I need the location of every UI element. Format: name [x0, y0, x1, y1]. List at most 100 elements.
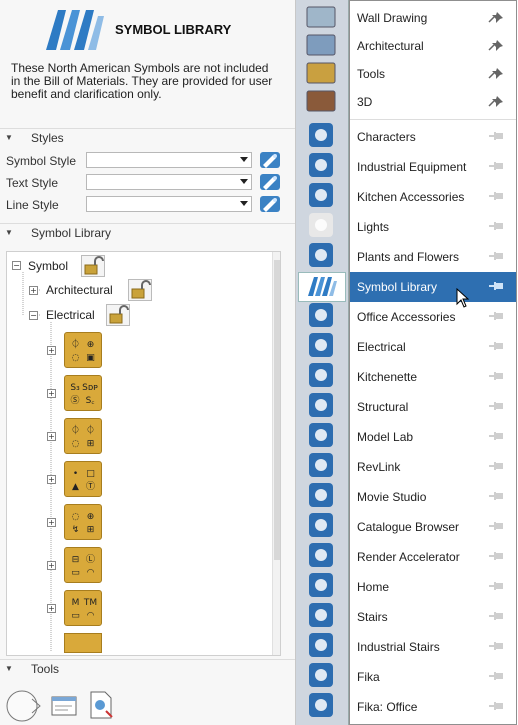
tools-section-header[interactable]: ▼ Tools [0, 659, 295, 678]
3d-icon[interactable] [301, 88, 341, 114]
tree-node-architectural[interactable]: Architectural [46, 283, 113, 297]
symbol-library-icon[interactable] [298, 272, 346, 302]
menu-item-lights[interactable]: Lights [350, 212, 516, 242]
symbol-folder-icon[interactable]: • □ ▲ Ⓣ [64, 461, 102, 497]
pin-icon[interactable] [488, 39, 504, 51]
menu-item-office-accessories[interactable]: Office Accessories [350, 302, 516, 332]
style-picker-icon[interactable] [259, 195, 281, 213]
expand-toggle[interactable]: + [29, 286, 38, 295]
menu-item-plants-and-flowers[interactable]: Plants and Flowers [350, 242, 516, 272]
menu-item-electrical[interactable]: Electrical [350, 332, 516, 362]
pin-icon[interactable] [488, 67, 504, 79]
tree-node-symbol[interactable]: Symbol [28, 259, 68, 273]
collapse-toggle[interactable]: − [29, 311, 38, 320]
model-lab-icon[interactable] [301, 422, 341, 448]
expand-toggle[interactable]: + [47, 604, 56, 613]
pin-icon[interactable] [488, 95, 504, 107]
menu-item-3d[interactable]: 3D [350, 87, 516, 115]
scrollbar-thumb[interactable] [274, 260, 280, 560]
symbol-folder-icon[interactable]: ⏀ ⏀ ◌ ⊞ [64, 418, 102, 454]
document-tool-icon[interactable] [88, 689, 114, 721]
text-style-dropdown[interactable] [86, 174, 252, 190]
revlink-icon[interactable] [301, 452, 341, 478]
style-picker-icon[interactable] [259, 151, 281, 169]
unlock-icon[interactable] [106, 304, 130, 326]
symbol-folder-icon[interactable]: M TM ▭ ◠ [64, 590, 102, 626]
menu-item-fika[interactable]: Fika [350, 662, 516, 692]
menu-item-characters[interactable]: Characters [350, 122, 516, 152]
render-accelerator-icon[interactable] [301, 542, 341, 568]
menu-item-kitchen-accessories[interactable]: Kitchen Accessories [350, 182, 516, 212]
menu-item-revlink[interactable]: RevLink [350, 452, 516, 482]
unpinned-icon[interactable] [488, 160, 504, 172]
menu-item-wall-drawing[interactable]: Wall Drawing [350, 3, 516, 31]
expand-toggle[interactable]: + [47, 475, 56, 484]
unpinned-icon[interactable] [488, 610, 504, 622]
expand-toggle[interactable]: + [47, 561, 56, 570]
symbol-folder-icon[interactable]: ◌ ⊕ ↯ ⊞ [64, 504, 102, 540]
symbol-style-dropdown[interactable] [86, 152, 252, 168]
menu-item-home[interactable]: Home [350, 572, 516, 602]
collapse-toggle[interactable]: − [12, 261, 21, 270]
symbol-folder-icon[interactable]: S₃ Sᴅᴘ Ⓢ S꜀ [64, 375, 102, 411]
stairs-icon[interactable] [301, 602, 341, 628]
symbol-folder-icon[interactable]: ⊟ Ⓛ ▭ ◠ [64, 547, 102, 583]
menu-item-movie-studio[interactable]: Movie Studio [350, 482, 516, 512]
home-icon[interactable] [301, 572, 341, 598]
menu-item-structural[interactable]: Structural [350, 392, 516, 422]
tree-scrollbar[interactable] [272, 252, 280, 655]
unpinned-icon[interactable] [488, 550, 504, 562]
menu-item-kitchenette[interactable]: Kitchenette [350, 362, 516, 392]
unpinned-icon[interactable] [488, 430, 504, 442]
characters-icon[interactable] [301, 122, 341, 148]
kitchen-accessories-icon[interactable] [301, 182, 341, 208]
unpinned-icon[interactable] [488, 700, 504, 712]
wall-drawing-icon[interactable] [301, 4, 341, 30]
unlock-icon[interactable] [81, 255, 105, 277]
office-accessories-icon[interactable] [301, 302, 341, 328]
unpinned-icon[interactable] [488, 280, 504, 292]
unpinned-icon[interactable] [488, 220, 504, 232]
menu-item-industrial-equipment[interactable]: Industrial Equipment [350, 152, 516, 182]
circle-tool-icon[interactable] [4, 687, 42, 723]
tree-node-electrical[interactable]: Electrical [46, 308, 95, 322]
expand-toggle[interactable]: + [47, 518, 56, 527]
menu-item-industrial-stairs[interactable]: Industrial Stairs [350, 632, 516, 662]
expand-toggle[interactable]: + [47, 389, 56, 398]
catalogue-browser-icon[interactable] [301, 512, 341, 538]
unpinned-icon[interactable] [488, 190, 504, 202]
fika-office-icon[interactable] [301, 692, 341, 718]
industrial-stairs-icon[interactable] [301, 632, 341, 658]
electrical-icon[interactable] [301, 332, 341, 358]
unpinned-icon[interactable] [488, 130, 504, 142]
menu-item-architectural[interactable]: Architectural [350, 31, 516, 59]
menu-item-fika-office[interactable]: Fika: Office [350, 692, 516, 722]
tools-icon[interactable] [301, 60, 341, 86]
menu-item-catalogue-browser[interactable]: Catalogue Browser [350, 512, 516, 542]
window-tool-icon[interactable] [50, 693, 78, 719]
menu-item-model-lab[interactable]: Model Lab [350, 422, 516, 452]
movie-studio-icon[interactable] [301, 482, 341, 508]
menu-item-render-accelerator[interactable]: Render Accelerator [350, 542, 516, 572]
symbol-library-section-header[interactable]: ▼ Symbol Library [0, 223, 295, 242]
unpinned-icon[interactable] [488, 400, 504, 412]
unpinned-icon[interactable] [488, 490, 504, 502]
unpinned-icon[interactable] [488, 370, 504, 382]
unpinned-icon[interactable] [488, 640, 504, 652]
line-style-dropdown[interactable] [86, 196, 252, 212]
styles-section-header[interactable]: ▼ Styles [0, 128, 295, 147]
architectural-icon[interactable] [301, 32, 341, 58]
symbol-folder-icon[interactable] [64, 633, 102, 653]
menu-item-tools[interactable]: Tools [350, 59, 516, 87]
unpinned-icon[interactable] [488, 580, 504, 592]
unpinned-icon[interactable] [488, 310, 504, 322]
menu-item-symbol-library[interactable]: Symbol Library [350, 272, 516, 302]
style-picker-icon[interactable] [259, 173, 281, 191]
fika-icon[interactable] [301, 662, 341, 688]
symbol-tree[interactable]: − Symbol + Architectural − Electrical + ⏀… [6, 251, 281, 656]
unpinned-icon[interactable] [488, 250, 504, 262]
menu-item-stairs[interactable]: Stairs [350, 602, 516, 632]
kitchenette-icon[interactable] [301, 362, 341, 388]
structural-icon[interactable] [301, 392, 341, 418]
industrial-equipment-icon[interactable] [301, 152, 341, 178]
